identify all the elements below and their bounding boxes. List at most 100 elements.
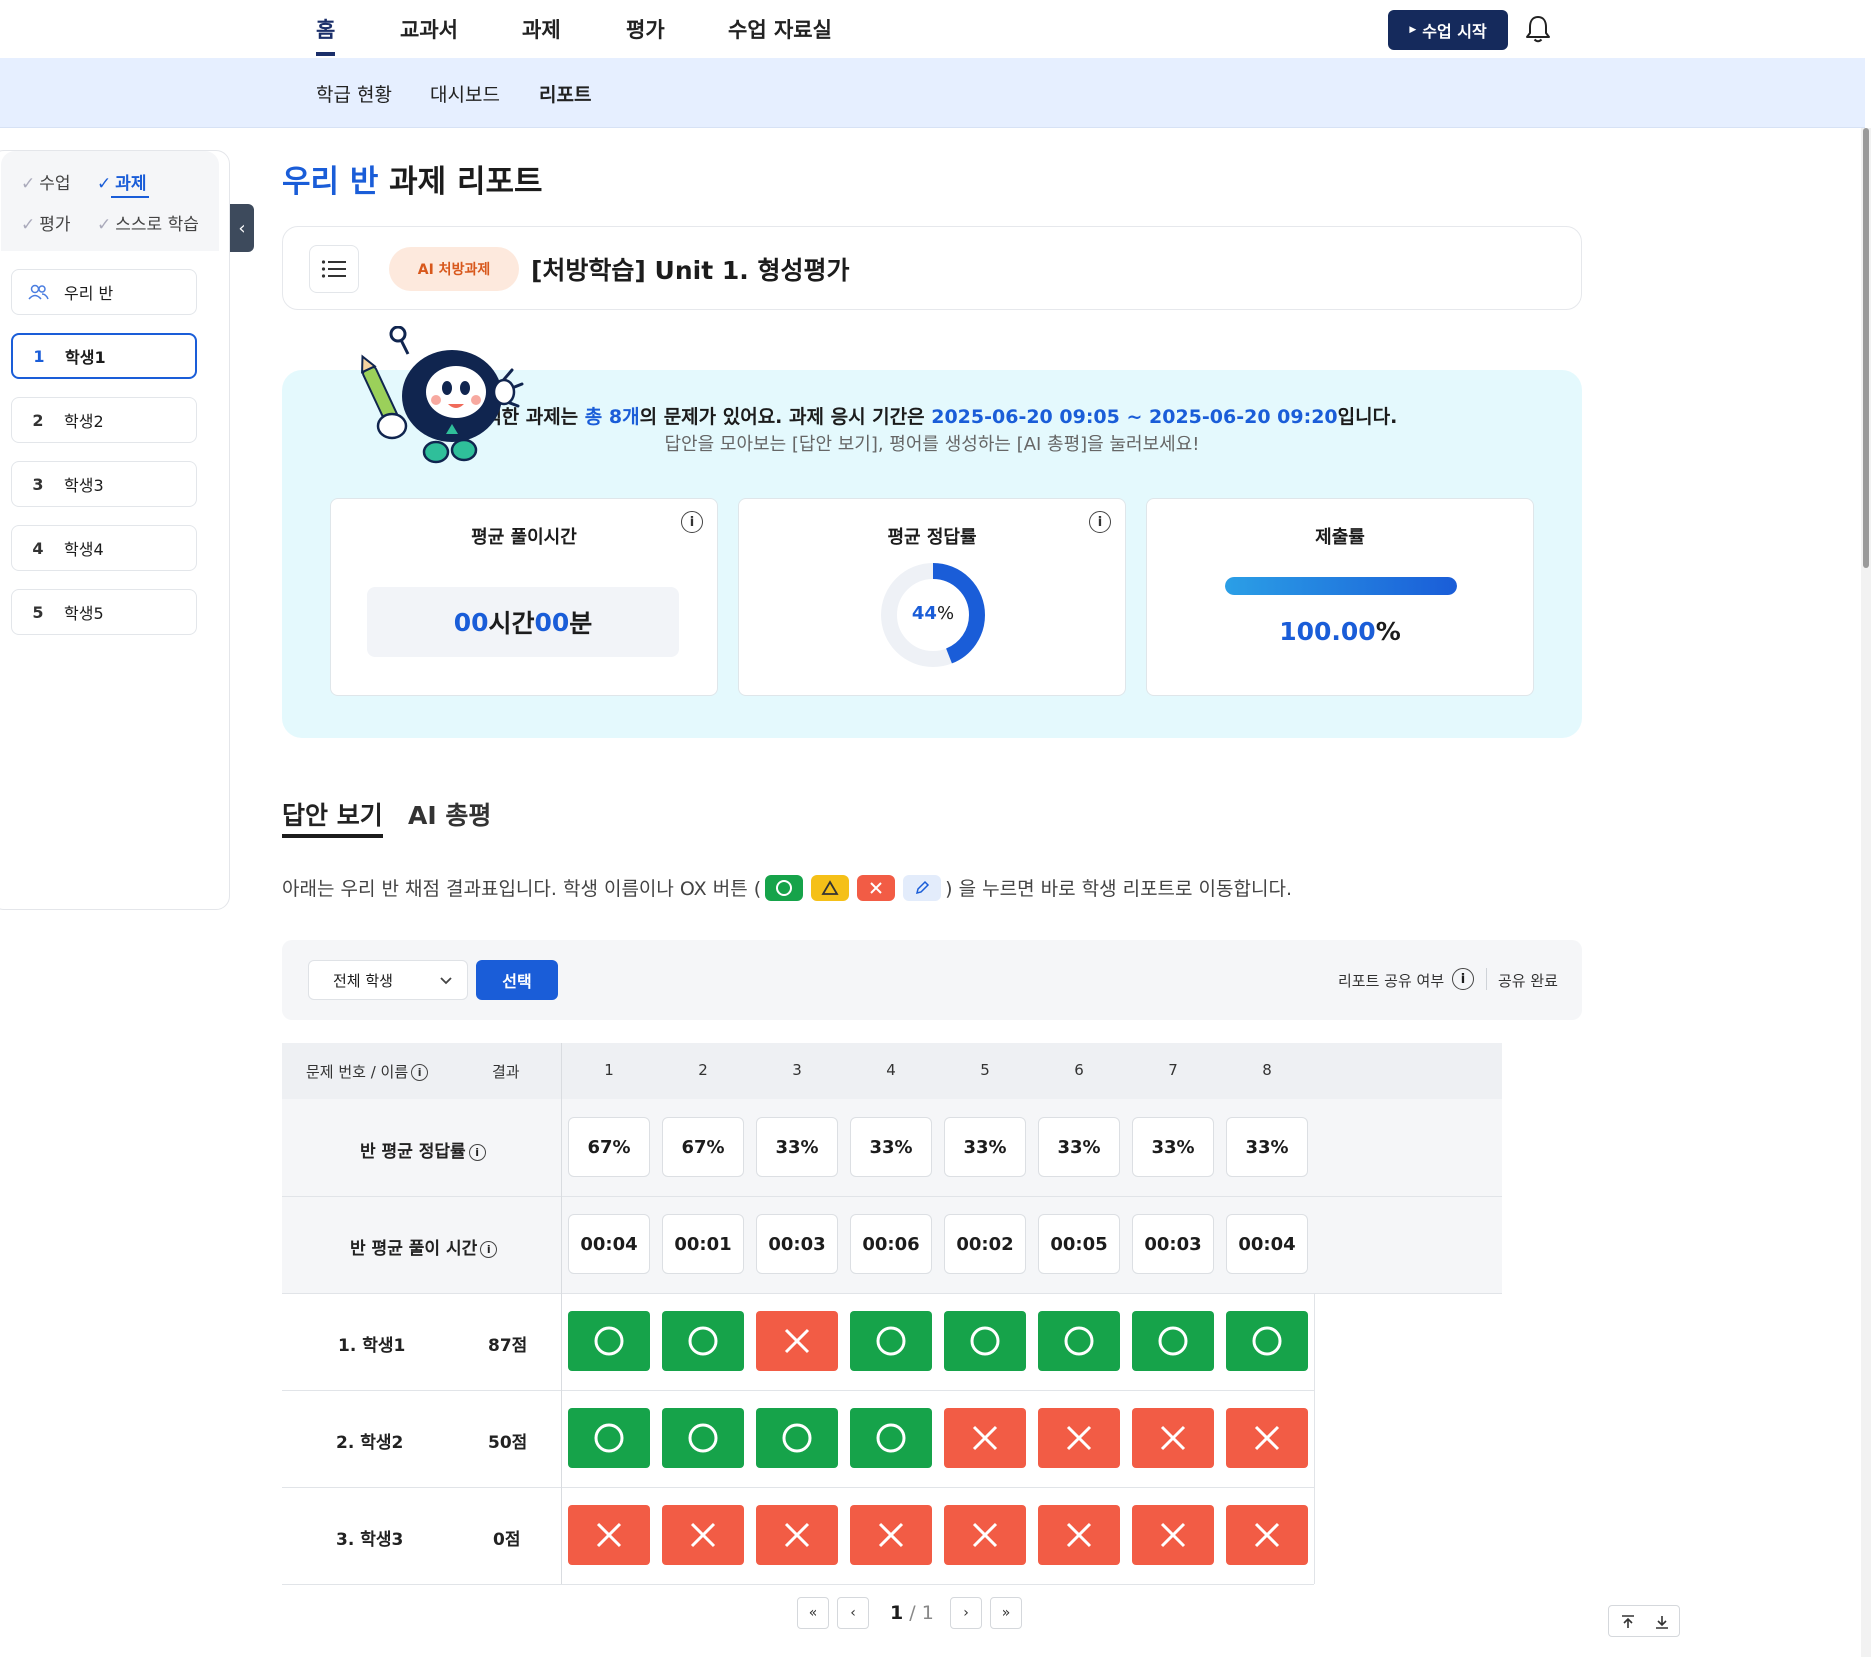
scroll-bottom-button[interactable] [1647, 1610, 1677, 1634]
student-number: 5 [32, 602, 44, 622]
avg-time-cell: 00:01 [662, 1214, 744, 1274]
correct-result-button[interactable] [1038, 1311, 1120, 1371]
select-button[interactable]: 선택 [476, 960, 558, 1000]
hours-unit: 시간 [488, 609, 535, 638]
sidebar-item-student5[interactable]: 5 학생5 [11, 589, 197, 635]
wrong-result-button[interactable] [568, 1505, 650, 1565]
nav-tab-resources[interactable]: 수업 자료실 [728, 14, 832, 44]
subnav-report[interactable]: 리포트 [539, 80, 591, 107]
tab-answers[interactable]: 답안 보기 [282, 796, 383, 838]
student-row-name[interactable]: 3. 학생3 [336, 1525, 403, 1550]
scrollbar-thumb[interactable] [1863, 128, 1869, 568]
info-icon[interactable]: i [1452, 968, 1474, 990]
student-select[interactable]: 전체 학생 [308, 960, 468, 1000]
sidebar-item-student4[interactable]: 4 학생4 [11, 525, 197, 571]
sidebar-collapse-button[interactable]: ‹ [230, 204, 254, 252]
cross-icon [1066, 1425, 1092, 1451]
nav-tab-textbook[interactable]: 교과서 [400, 14, 458, 44]
correct-result-button[interactable] [944, 1311, 1026, 1371]
nav-tab-home[interactable]: 홈 [316, 14, 336, 56]
assignment-list-button[interactable] [309, 245, 359, 293]
circle-icon [765, 874, 804, 901]
wrong-result-button[interactable] [1132, 1408, 1214, 1468]
wrong-result-button[interactable] [1226, 1505, 1308, 1565]
submit-rate-fill [1225, 577, 1457, 595]
correct-result-button[interactable] [1132, 1311, 1214, 1371]
correct-result-button[interactable] [568, 1311, 650, 1371]
info-icon[interactable]: i [1089, 511, 1111, 533]
avg-correct-cell: 33% [1132, 1117, 1214, 1177]
start-class-button[interactable]: ▶ 수업 시작 [1388, 10, 1508, 50]
wrong-result-button[interactable] [1038, 1408, 1120, 1468]
start-class-label: 수업 시작 [1422, 22, 1487, 41]
sidebar-item-student3[interactable]: 3 학생3 [11, 461, 197, 507]
header-result: 결과 [492, 1063, 520, 1081]
cross-icon [1066, 1522, 1092, 1548]
correct-result-button[interactable] [568, 1408, 650, 1468]
nav-tab-evaluation[interactable]: 평가 [626, 14, 665, 44]
wrong-result-button[interactable] [1226, 1408, 1308, 1468]
avg-time-cell: 00:02 [944, 1214, 1026, 1274]
cross-icon [690, 1522, 716, 1548]
info-icon[interactable]: i [411, 1064, 429, 1081]
sub-nav: 학급 현황 대시보드 리포트 [0, 58, 1865, 128]
correct-result-button[interactable] [662, 1311, 744, 1371]
correct-result-button[interactable] [850, 1408, 932, 1468]
wrong-result-button[interactable] [756, 1505, 838, 1565]
last-page-button[interactable]: » [990, 1597, 1022, 1629]
student-row-name[interactable]: 2. 학생2 [336, 1428, 403, 1453]
prev-page-button[interactable]: ‹ [837, 1597, 869, 1629]
vertical-scrollbar[interactable] [1861, 128, 1871, 1657]
wrong-result-button[interactable] [1132, 1505, 1214, 1565]
student-row-name[interactable]: 1. 학생1 [338, 1331, 405, 1356]
student-sidebar: ✓ 수업 ✓ 과제 ✓ 평가 ✓ 스스로 학습 우리 반 1 학생1 2 학생2 3 학… [0, 150, 230, 910]
circle-icon [1158, 1326, 1188, 1356]
correct-result-button[interactable] [662, 1408, 744, 1468]
tab-ai-review[interactable]: AI 총평 [408, 796, 491, 832]
filter-self-study[interactable]: ✓ 스스로 학습 [97, 210, 199, 235]
filter-evaluation[interactable]: ✓ 평가 [21, 210, 71, 235]
subnav-class-status[interactable]: 학급 현황 [316, 80, 392, 107]
sidebar-item-student2[interactable]: 2 학생2 [11, 397, 197, 443]
avg-correct-value: 44% [911, 603, 955, 624]
info-icon[interactable]: i [480, 1240, 498, 1258]
next-page-button[interactable]: › [950, 1597, 982, 1629]
pencil-icon [903, 874, 942, 901]
last-page-icon: » [1001, 1605, 1011, 1621]
correct-result-button[interactable] [1226, 1311, 1308, 1371]
sidebar-item-class[interactable]: 우리 반 [11, 269, 197, 315]
submit-rate-bar [1225, 577, 1457, 595]
scroll-top-button[interactable] [1613, 1610, 1643, 1634]
sidebar-item-student1[interactable]: 1 학생1 [11, 333, 197, 379]
avg-correct-card: 평균 정답률 i 44% [738, 498, 1126, 696]
wrong-result-button[interactable] [850, 1505, 932, 1565]
info-icon[interactable]: i [681, 511, 703, 533]
check-icon: ✓ [21, 174, 36, 194]
wrong-result-button[interactable] [662, 1505, 744, 1565]
filter-assignment[interactable]: ✓ 과제 [97, 169, 149, 198]
cross-icon [857, 874, 896, 901]
current-page: 1 [890, 1602, 904, 1624]
report-page: 홈 교과서 과제 평가 수업 자료실 ▶ 수업 시작 학급 현황 대시보드 리포… [0, 0, 1871, 1657]
info-icon[interactable]: i [468, 1143, 486, 1161]
wrong-result-button[interactable] [756, 1311, 838, 1371]
first-page-button[interactable]: « [797, 1597, 829, 1629]
wrong-result-button[interactable] [944, 1408, 1026, 1468]
student-name: 학생5 [64, 604, 104, 623]
check-icon: ✓ [21, 215, 36, 235]
bell-icon[interactable] [1524, 14, 1552, 44]
nav-tab-assignment[interactable]: 과제 [522, 14, 561, 44]
subnav-dashboard[interactable]: 대시보드 [430, 80, 500, 107]
wrong-result-button[interactable] [1038, 1505, 1120, 1565]
circle-icon [688, 1423, 718, 1453]
mascot-illustration [361, 326, 524, 464]
cross-icon [784, 1522, 810, 1548]
avg-correct-number: 44 [911, 603, 937, 624]
wrong-result-button[interactable] [944, 1505, 1026, 1565]
correct-result-button[interactable] [756, 1408, 838, 1468]
users-icon [12, 284, 64, 300]
filter-class[interactable]: ✓ 수업 [21, 169, 71, 194]
avg-time-minutes: 00 [534, 607, 570, 637]
circle-icon [1252, 1326, 1282, 1356]
correct-result-button[interactable] [850, 1311, 932, 1371]
